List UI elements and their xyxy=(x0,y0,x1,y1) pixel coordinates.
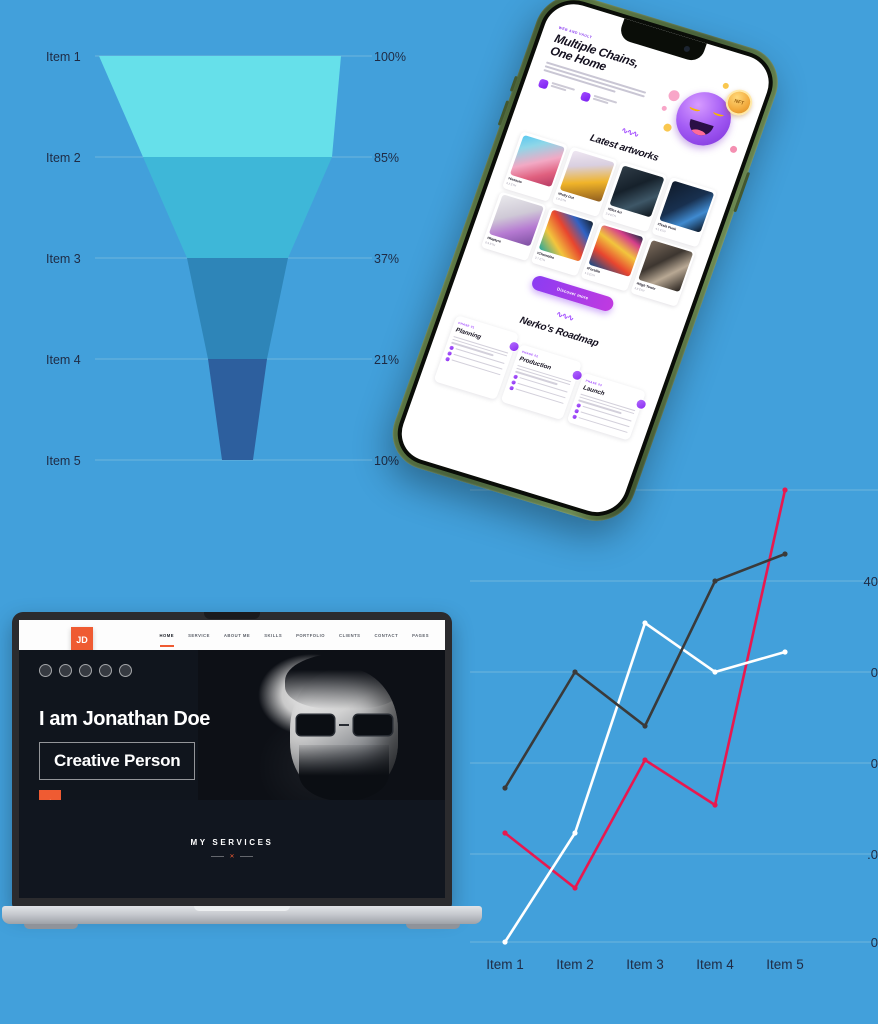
line-xtick-3: Item 3 xyxy=(626,957,664,972)
laptop-screen: JD HOME SERVICE ABOUT ME SKILLS PORTFOLI… xyxy=(19,620,445,898)
collage-canvas: Item 1 Item 2 Item 3 Item 4 Item 5 100% … xyxy=(0,0,878,1024)
services-title: MY SERVICES xyxy=(190,838,274,847)
site-navbar: JD HOME SERVICE ABOUT ME SKILLS PORTFOLI… xyxy=(19,620,445,653)
hero-role-box: Creative Person xyxy=(39,742,196,780)
services-divider: ✕ xyxy=(19,853,445,860)
funnel-label-1: Item 1 xyxy=(46,50,81,64)
phone-screen: WEB AND VAULT Multiple Chains, One Home xyxy=(393,0,777,520)
nav-item-clients[interactable]: CLIENTS xyxy=(339,633,360,638)
roadmap-card[interactable]: PHASE 03 Launch xyxy=(567,372,649,441)
social-instagram-icon[interactable] xyxy=(99,664,112,677)
line-series-dark xyxy=(503,552,786,789)
feature-text xyxy=(550,82,576,95)
feature-text xyxy=(592,95,618,108)
line-xtick-2: Item 2 xyxy=(556,957,594,972)
confetti-dot xyxy=(662,122,673,133)
portrait-face xyxy=(284,652,404,800)
hero-scroll-button[interactable]: ↓ xyxy=(39,790,61,800)
sunglasses-icon xyxy=(296,715,392,735)
roadmap-card[interactable]: PHASE 02 Production xyxy=(500,343,585,420)
confetti-dot xyxy=(661,105,668,112)
laptop-camera-notch xyxy=(204,612,260,619)
social-icon-row xyxy=(39,664,132,677)
line-ytick-30: 0 xyxy=(870,665,878,680)
nav-item-portfolio[interactable]: PORTFOLIO xyxy=(296,633,325,638)
site-menu: HOME SERVICE ABOUT ME SKILLS PORTFOLIO C… xyxy=(159,633,430,647)
funnel-band-4 xyxy=(208,359,267,460)
laptop-foot-right xyxy=(406,924,460,929)
social-twitter-icon[interactable] xyxy=(59,664,72,677)
funnel-label-5: Item 5 xyxy=(46,454,81,468)
funnel-value-1: 100% xyxy=(374,50,406,64)
front-camera-icon xyxy=(683,45,691,53)
social-facebook-icon[interactable] xyxy=(39,664,52,677)
funnel-label-2: Item 2 xyxy=(46,151,81,165)
site-services-section: MY SERVICES ✕ xyxy=(19,800,445,860)
line-series-white xyxy=(503,620,786,943)
funnel-band-2 xyxy=(143,157,332,258)
funnel-label-3: Item 3 xyxy=(46,252,81,266)
line-ytick-0: 0 xyxy=(870,935,878,950)
line-xtick-4: Item 4 xyxy=(696,957,734,972)
site-hero: I am Jonathan Doe Creative Person ↓ xyxy=(19,650,445,800)
hero-portrait-image xyxy=(197,650,445,800)
hero-title: I am Jonathan Doe xyxy=(39,708,211,730)
feature-badge-icon xyxy=(579,91,592,103)
laptop-mockup: JD HOME SERVICE ABOUT ME SKILLS PORTFOLI… xyxy=(2,612,482,937)
social-linkedin-icon[interactable] xyxy=(79,664,92,677)
confetti-dot xyxy=(721,82,730,90)
line-ytick-10: .0 xyxy=(867,847,878,862)
portrait-beard xyxy=(298,744,390,800)
line-xtick-5: Item 5 xyxy=(766,957,804,972)
line-ytick-40: 40 xyxy=(863,574,878,589)
phone-feature xyxy=(579,91,618,111)
nav-item-skills[interactable]: SKILLS xyxy=(264,633,282,638)
phone-body: WEB AND VAULT Multiple Chains, One Home xyxy=(382,0,789,531)
confetti-dot xyxy=(729,145,739,154)
confetti-dot xyxy=(666,88,682,103)
nav-item-contact[interactable]: CONTACT xyxy=(374,633,398,638)
funnel-value-2: 85% xyxy=(374,151,400,165)
phone-artwork-grid: #Octavio 3.2 ETH #Polly Out 1.8 ETH #Ble… xyxy=(480,131,718,307)
laptop-base xyxy=(2,906,482,924)
laptop-base-notch xyxy=(194,906,290,911)
portrait-hair xyxy=(284,652,404,709)
nav-item-about-me[interactable]: ABOUT ME xyxy=(224,633,250,638)
phone-bezel: WEB AND VAULT Multiple Chains, One Home xyxy=(388,0,782,525)
line-ytick-20: 0 xyxy=(870,756,878,771)
laptop-foot-left xyxy=(24,924,78,929)
social-dribbble-icon[interactable] xyxy=(119,664,132,677)
nav-item-pages[interactable]: PAGES xyxy=(412,633,429,638)
funnel-label-4: Item 4 xyxy=(46,353,81,367)
phone-feature xyxy=(537,78,576,98)
nav-item-service[interactable]: SERVICE xyxy=(188,633,210,638)
phone-page: WEB AND VAULT Multiple Chains, One Home xyxy=(394,0,777,519)
nav-item-home[interactable]: HOME xyxy=(159,633,175,647)
roadmap-badge-icon xyxy=(634,397,649,411)
services-mark-icon: ✕ xyxy=(229,854,235,860)
hero-role-text: Creative Person xyxy=(54,751,181,770)
funnel-band-1 xyxy=(99,56,341,157)
laptop-lid: JD HOME SERVICE ABOUT ME SKILLS PORTFOLI… xyxy=(12,612,452,908)
line-xtick-1: Item 1 xyxy=(486,957,524,972)
feature-badge-icon xyxy=(537,78,550,90)
funnel-band-3 xyxy=(187,258,288,359)
